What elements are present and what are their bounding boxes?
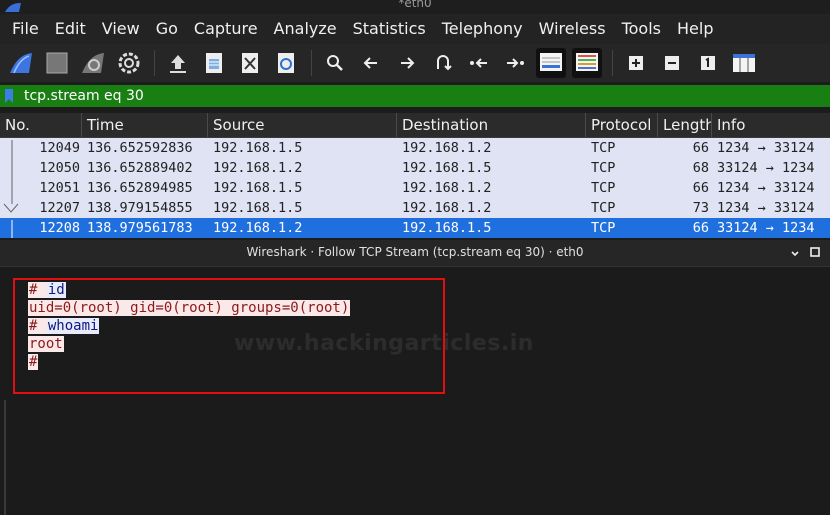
follow-stream-title: Wireshark · Follow TCP Stream (tcp.strea… — [246, 245, 584, 259]
packet-destination: 192.168.1.5 — [402, 160, 492, 176]
packet-info: 33124 → 1234 — [717, 160, 815, 176]
packet-destination: 192.168.1.2 — [402, 180, 492, 196]
display-filter-input[interactable] — [18, 86, 830, 106]
shark-fin-start-icon[interactable] — [6, 48, 36, 78]
column-header-destination[interactable]: Destination — [397, 113, 586, 137]
packet-row[interactable]: 12207 138.979154855 192.168.1.5 192.168.… — [0, 198, 830, 218]
packet-list-header: No. Time Source Destination Protocol Len… — [0, 113, 830, 138]
options-gear-icon[interactable] — [114, 48, 144, 78]
packet-time: 138.979154855 — [87, 200, 193, 216]
zoom-in-icon[interactable] — [621, 48, 651, 78]
goto-packet-icon[interactable] — [428, 48, 458, 78]
packet-length: 73 — [692, 200, 709, 216]
toolbar-separator — [612, 50, 613, 76]
packet-destination: 192.168.1.2 — [402, 140, 492, 156]
packet-row[interactable]: 12050 136.652889402 192.168.1.2 192.168.… — [0, 158, 830, 178]
menu-go[interactable]: Go — [148, 14, 186, 44]
annotation-highlight-box — [13, 278, 445, 394]
menu-edit[interactable]: Edit — [47, 14, 94, 44]
packet-info: 1234 → 33124 — [717, 200, 815, 216]
window-titlebar: *eth0 — [0, 0, 830, 14]
packet-row-selected[interactable]: 12208 138.979561783 192.168.1.2 192.168.… — [0, 218, 830, 238]
zoom-out-icon[interactable] — [657, 48, 687, 78]
packet-length: 66 — [692, 180, 709, 196]
display-filter-bar — [0, 85, 830, 107]
autoscroll-icon[interactable] — [536, 48, 566, 78]
packet-row[interactable]: 12051 136.652894985 192.168.1.5 192.168.… — [0, 178, 830, 198]
conversation-gutter — [3, 140, 19, 238]
menu-help[interactable]: Help — [669, 14, 721, 44]
packet-destination: 192.168.1.5 — [402, 220, 492, 236]
packet-time: 136.652894985 — [87, 180, 193, 196]
back-arrow-icon[interactable] — [356, 48, 386, 78]
menu-bar: File Edit View Go Capture Analyze Statis… — [0, 14, 830, 44]
column-header-time[interactable]: Time — [82, 113, 208, 137]
packet-time: 138.979561783 — [87, 220, 193, 236]
toolbar-separator — [154, 50, 155, 76]
packet-protocol: TCP — [591, 180, 616, 196]
forward-arrow-icon[interactable] — [392, 48, 422, 78]
open-file-icon[interactable] — [163, 48, 193, 78]
packet-info: 1234 → 33124 — [717, 180, 815, 196]
follow-stream-content[interactable]: www.hackingarticles.in # id uid=0(root) … — [0, 266, 830, 515]
packet-length: 68 — [692, 160, 709, 176]
main-toolbar — [0, 44, 830, 82]
follow-stream-titlebar: Wireshark · Follow TCP Stream (tcp.strea… — [0, 240, 830, 266]
maximize-icon[interactable] — [809, 246, 821, 258]
column-header-no[interactable]: No. — [0, 113, 82, 137]
menu-statistics[interactable]: Statistics — [345, 14, 434, 44]
menu-wireless[interactable]: Wireless — [531, 14, 614, 44]
packet-time: 136.652889402 — [87, 160, 193, 176]
packet-list: 12049 136.652592836 192.168.1.5 192.168.… — [0, 138, 830, 238]
filter-bookmark-icon[interactable] — [0, 85, 18, 107]
packet-source: 192.168.1.5 — [213, 180, 303, 196]
last-packet-icon[interactable] — [500, 48, 530, 78]
packet-destination: 192.168.1.2 — [402, 200, 492, 216]
first-packet-icon[interactable] — [464, 48, 494, 78]
packet-length: 66 — [692, 220, 709, 236]
save-file-icon[interactable] — [199, 48, 229, 78]
reload-file-icon[interactable] — [271, 48, 301, 78]
packet-protocol: TCP — [591, 160, 616, 176]
menu-file[interactable]: File — [4, 14, 47, 44]
menu-tools[interactable]: Tools — [614, 14, 669, 44]
menu-capture[interactable]: Capture — [186, 14, 266, 44]
restart-fin-icon[interactable] — [78, 48, 108, 78]
minimize-icon[interactable] — [789, 246, 801, 258]
packet-protocol: TCP — [591, 200, 616, 216]
window-title: *eth0 — [398, 0, 432, 10]
resize-columns-icon[interactable] — [729, 48, 759, 78]
window-edge — [4, 400, 6, 515]
packet-source: 192.168.1.5 — [213, 140, 303, 156]
colorize-icon[interactable] — [572, 48, 602, 78]
menu-telephony[interactable]: Telephony — [434, 14, 531, 44]
packet-protocol: TCP — [591, 220, 616, 236]
packet-info: 33124 → 1234 — [717, 220, 815, 236]
packet-row[interactable]: 12049 136.652592836 192.168.1.5 192.168.… — [0, 138, 830, 158]
packet-length: 66 — [692, 140, 709, 156]
toolbar-separator — [311, 50, 312, 76]
column-header-protocol[interactable]: Protocol — [586, 113, 658, 137]
column-header-info[interactable]: Info — [712, 113, 830, 137]
packet-source: 192.168.1.2 — [213, 220, 303, 236]
column-header-length[interactable]: Length — [658, 113, 712, 137]
packet-protocol: TCP — [591, 140, 616, 156]
packet-source: 192.168.1.5 — [213, 200, 303, 216]
stop-square-icon[interactable] — [42, 48, 72, 78]
search-icon[interactable] — [320, 48, 350, 78]
close-file-icon[interactable] — [235, 48, 265, 78]
packet-time: 136.652592836 — [87, 140, 193, 156]
normal-size-icon[interactable] — [693, 48, 723, 78]
packet-source: 192.168.1.2 — [213, 160, 303, 176]
packet-info: 1234 → 33124 — [717, 140, 815, 156]
menu-analyze[interactable]: Analyze — [266, 14, 345, 44]
menu-view[interactable]: View — [94, 14, 148, 44]
column-header-source[interactable]: Source — [208, 113, 397, 137]
